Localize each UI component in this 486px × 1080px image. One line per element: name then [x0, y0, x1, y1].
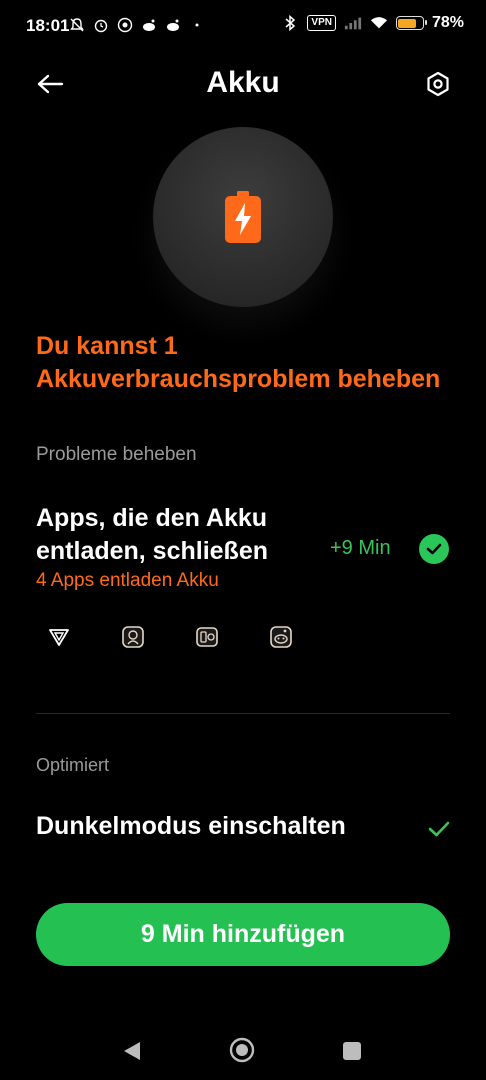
- app-icon-3: [194, 624, 220, 650]
- status-system-icons: VPN 78%: [281, 14, 464, 32]
- optimized-section-label: Optimiert: [36, 755, 110, 775]
- item-title: Apps, die den Akku entladen, schließen: [36, 504, 269, 565]
- dark-mode-item-title: Dunkelmodus einschalten: [36, 812, 346, 840]
- page-title: Akku: [206, 66, 280, 99]
- app-notification-icon: [116, 16, 134, 34]
- vivaldi-app-icon: [46, 624, 72, 650]
- time-gain: +9 Min: [330, 537, 391, 559]
- battery-percent: 78%: [431, 14, 464, 31]
- signal-icon: [344, 14, 362, 32]
- headline: Du kannst 1 Akkuverbrauchsproblem behebe…: [36, 332, 441, 393]
- bell-muted-icon: [68, 16, 86, 34]
- gear-icon: [427, 71, 449, 97]
- item-subtitle: 4 Apps entladen Akku: [36, 570, 219, 591]
- draining-apps-list: [46, 624, 294, 650]
- alarm-icon: [92, 16, 110, 34]
- done-check-icon: [428, 821, 450, 837]
- reddit-icon-2: [164, 16, 182, 34]
- selected-check-icon[interactable]: [419, 534, 449, 564]
- battery-charging-icon: [225, 191, 261, 243]
- add-time-button[interactable]: 9 Min hinzufügen: [36, 903, 450, 966]
- nav-back-icon[interactable]: [122, 1040, 142, 1062]
- section-divider: [36, 713, 450, 714]
- settings-button[interactable]: [418, 64, 458, 104]
- system-nav-bar: [0, 1022, 486, 1080]
- vpn-badge: VPN: [307, 15, 336, 31]
- reddit-icon: [140, 16, 158, 34]
- wifi-icon: [370, 14, 388, 32]
- nav-home-icon[interactable]: [229, 1037, 255, 1063]
- status-time: 18:01: [26, 16, 70, 35]
- battery-icon: [395, 16, 427, 30]
- app-icon-2: [120, 624, 146, 650]
- nav-recents-icon[interactable]: [343, 1042, 361, 1060]
- bluetooth-icon: [281, 14, 299, 32]
- more-dot-icon: [188, 16, 206, 34]
- battery-hero-circle: [153, 127, 333, 307]
- reddit-app-icon: [268, 624, 294, 650]
- status-bar: 18:01 VPN 78%: [0, 0, 486, 52]
- status-notification-icons: [68, 16, 206, 34]
- problems-section-label: Probleme beheben: [36, 444, 197, 465]
